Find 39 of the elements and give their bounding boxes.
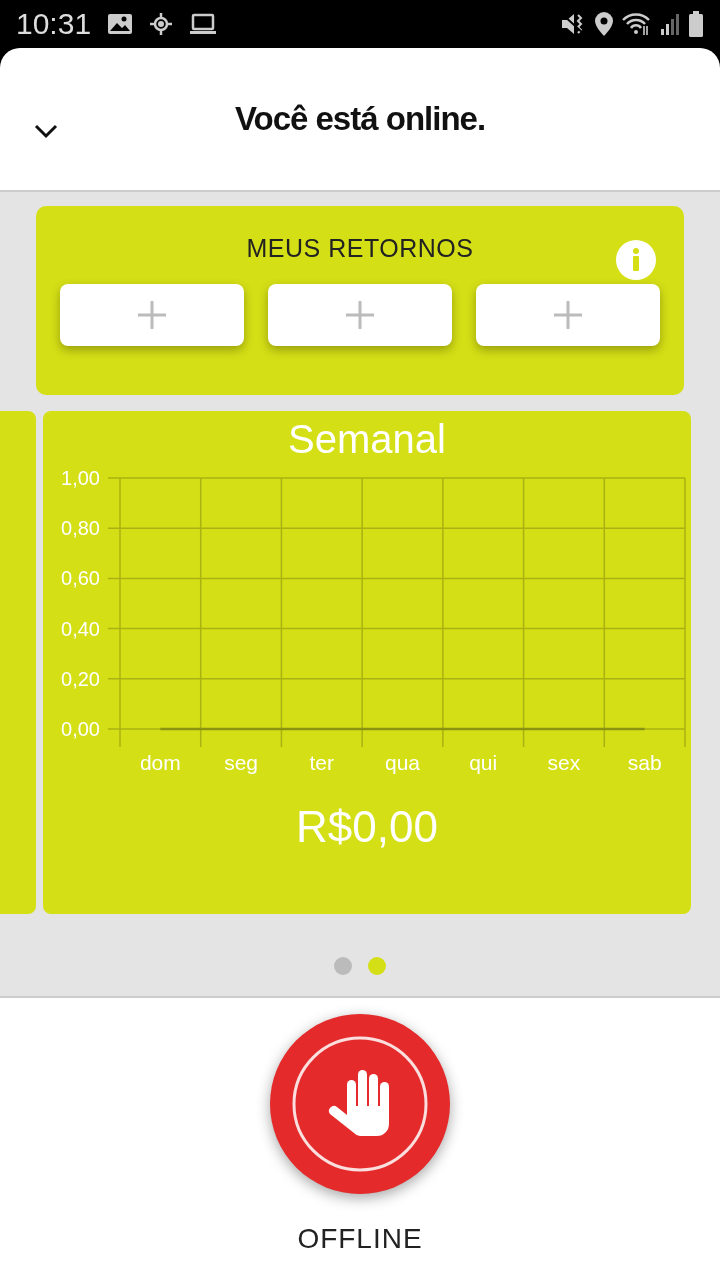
stop-hand-icon [292, 1036, 428, 1172]
x-tick-label: dom [139, 751, 181, 774]
y-tick-label: 0,80 [61, 517, 100, 540]
image-icon [107, 13, 134, 35]
offline-label: OFFLINE [297, 1222, 423, 1256]
status-time: 10:31 [16, 9, 92, 39]
wifi-icon [622, 12, 652, 36]
page-dot[interactable] [368, 957, 386, 975]
x-tick-label: qui [469, 751, 498, 774]
location-icon [594, 11, 614, 37]
add-slot-button[interactable] [60, 283, 244, 346]
x-tick-label: qua [385, 751, 420, 774]
vibrate-mute-icon [560, 12, 586, 36]
offline-button[interactable] [270, 1014, 450, 1194]
add-slot-button[interactable] [476, 283, 660, 346]
info-icon[interactable] [616, 240, 656, 280]
plus-icon [553, 299, 583, 330]
header-title: Você está online. [234, 99, 486, 140]
x-tick-label: ter [309, 751, 335, 774]
signal-icon [660, 12, 680, 36]
x-tick-label: sex [547, 751, 581, 774]
y-tick-label: 0,60 [61, 567, 100, 590]
laptop-icon [189, 13, 218, 35]
plus-icon [137, 299, 167, 330]
y-tick-label: 0,20 [61, 667, 100, 690]
total-amount: R$0,00 [296, 805, 438, 849]
y-tick-label: 1,00 [61, 467, 100, 489]
chevron-down-icon[interactable] [34, 124, 58, 140]
battery-icon [688, 10, 704, 38]
returns-title: MEUS RETORNOS [246, 233, 474, 264]
x-tick-label: seg [224, 751, 258, 774]
page-dot[interactable] [334, 957, 352, 975]
x-tick-label: sab [627, 751, 662, 774]
y-tick-label: 0,00 [61, 718, 100, 740]
crosshair-icon [149, 12, 174, 36]
chart-title: Semanal [288, 416, 446, 459]
y-tick-label: 0,40 [61, 617, 100, 640]
plus-icon [345, 299, 375, 330]
add-slot-button[interactable] [268, 283, 452, 346]
